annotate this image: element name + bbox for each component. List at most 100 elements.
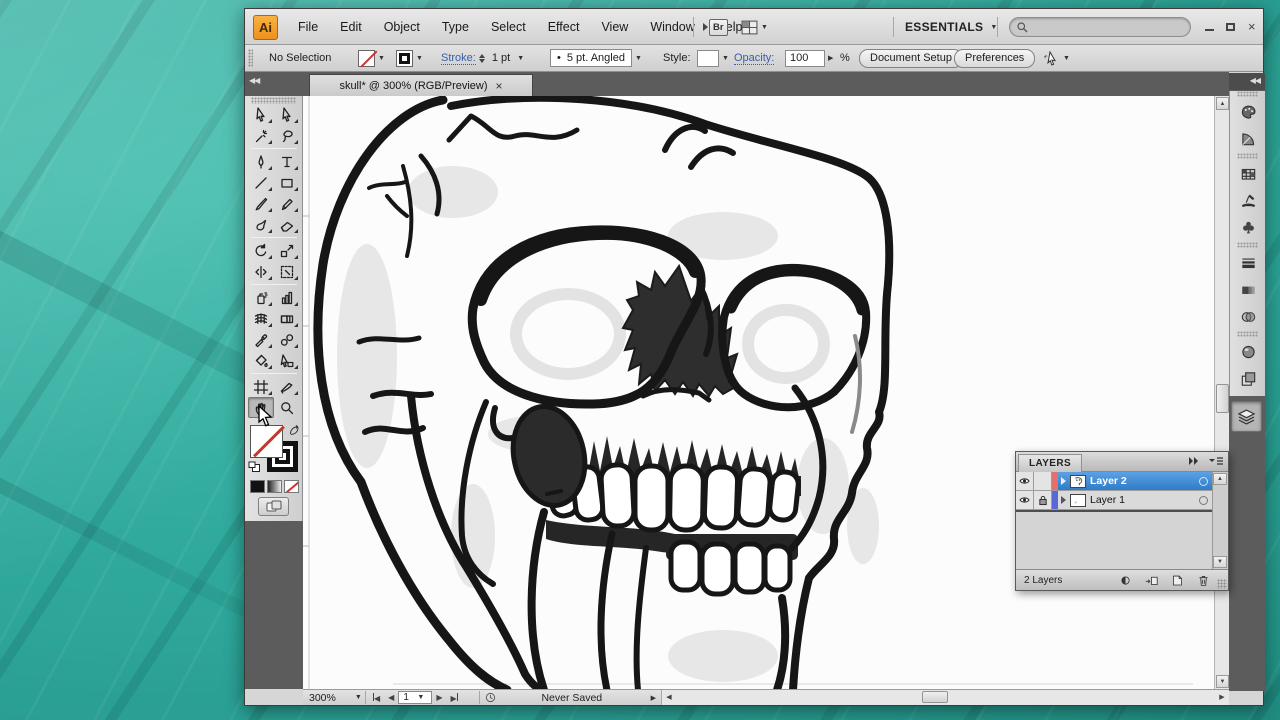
dock-panel-appearance[interactable]: [1230, 338, 1266, 365]
panel-grip[interactable]: [248, 49, 253, 67]
stroke-link[interactable]: Stroke:: [441, 52, 476, 65]
opacity-field[interactable]: 100: [785, 50, 825, 67]
panel-resize-grip[interactable]: [1217, 579, 1227, 589]
next-artboard-button[interactable]: ▶: [432, 693, 446, 702]
scale-tool[interactable]: [274, 240, 300, 261]
selection-tool[interactable]: [248, 104, 274, 125]
document-tab[interactable]: skull* @ 300% (RGB/Preview) ×: [309, 74, 533, 96]
stroke-weight-stepper[interactable]: [479, 54, 485, 63]
collapse-left-icon[interactable]: ◀◀: [249, 76, 259, 85]
dock-panel-graphic-styles[interactable]: [1230, 365, 1266, 392]
dock-panel-transparency[interactable]: [1230, 303, 1266, 330]
layers-scroll-down[interactable]: ▼: [1213, 556, 1227, 568]
layers-scroll-up[interactable]: ▲: [1213, 473, 1227, 485]
visibility-toggle[interactable]: [1016, 472, 1034, 490]
menu-window[interactable]: Window: [639, 9, 705, 45]
panel-collapse-icon[interactable]: [1188, 456, 1200, 466]
symbol-sprayer-tool[interactable]: [248, 287, 274, 308]
workspace-switcher[interactable]: ESSENTIALS ▼: [905, 15, 998, 39]
dock-panel-gradient[interactable]: [1230, 276, 1266, 303]
layers-panel-header[interactable]: LAYERS: [1016, 452, 1228, 472]
dock-panel-layers[interactable]: [1231, 401, 1262, 432]
color-mode-button[interactable]: [250, 480, 265, 493]
select-similar-button[interactable]: ▼: [1043, 45, 1073, 71]
search-input[interactable]: [1009, 17, 1191, 37]
layer-name[interactable]: Layer 2: [1090, 475, 1195, 487]
make-clipping-mask-button[interactable]: [1119, 574, 1132, 587]
first-artboard-button[interactable]: ◀: [369, 693, 384, 703]
lasso-tool[interactable]: [274, 125, 300, 146]
stroke-color-swatch[interactable]: [358, 50, 375, 67]
chevron-down-icon[interactable]: ▼: [719, 55, 732, 62]
panel-menu-icon[interactable]: [1208, 456, 1224, 466]
maximize-button[interactable]: [1222, 19, 1239, 34]
menu-object[interactable]: Object: [373, 9, 431, 45]
scroll-right-button[interactable]: ▶: [1215, 690, 1229, 704]
swap-fill-stroke-button[interactable]: [289, 423, 300, 441]
preferences-button[interactable]: Preferences: [954, 49, 1035, 68]
visibility-toggle[interactable]: [1016, 491, 1034, 509]
layer-thumbnail[interactable]: [1070, 494, 1086, 507]
document-setup-button[interactable]: Document Setup: [859, 49, 963, 68]
mesh-tool[interactable]: [248, 308, 274, 329]
rotate-tool[interactable]: [248, 240, 274, 261]
blob-brush-tool[interactable]: [248, 214, 274, 235]
scroll-left-button[interactable]: ◀: [662, 690, 676, 704]
artboard-number-dropdown[interactable]: 1 ▼: [398, 691, 432, 704]
menu-select[interactable]: Select: [480, 9, 537, 45]
layers-scrollbar[interactable]: ▲ ▼: [1212, 472, 1228, 569]
stroke-weight-value[interactable]: 1 pt: [488, 50, 514, 67]
horizontal-scrollbar[interactable]: ◀ ▶: [661, 690, 1229, 705]
app-logo-icon[interactable]: Ai: [253, 15, 278, 40]
dock-panel-brushes[interactable]: [1230, 187, 1266, 214]
tools-grip[interactable]: [251, 97, 296, 104]
dock-panel-stroke[interactable]: [1230, 249, 1266, 276]
type-tool[interactable]: [274, 151, 300, 172]
layer-row[interactable]: Layer 1: [1016, 491, 1214, 510]
artboard-canvas[interactable]: [303, 96, 1214, 689]
delete-layer-button[interactable]: [1197, 574, 1210, 587]
previous-artboard-button[interactable]: ◀: [384, 693, 398, 702]
width-tool[interactable]: [248, 261, 274, 282]
status-menu-icon[interactable]: ▶: [648, 694, 659, 702]
zoom-tool[interactable]: [274, 397, 300, 418]
menu-edit[interactable]: Edit: [329, 9, 373, 45]
horizontal-scroll-thumb[interactable]: [922, 691, 948, 703]
pen-tool[interactable]: [248, 151, 274, 172]
variable-width-swatch[interactable]: [396, 50, 413, 67]
scroll-up-button[interactable]: ▲: [1216, 97, 1229, 110]
rectangle-tool[interactable]: [274, 172, 300, 193]
menu-view[interactable]: View: [590, 9, 639, 45]
chevron-right-icon[interactable]: ▶: [825, 54, 836, 62]
vertical-scrollbar[interactable]: ▲ ▼: [1214, 96, 1229, 689]
paintbrush-tool[interactable]: [248, 193, 274, 214]
chevron-down-icon[interactable]: ▼: [413, 55, 426, 62]
dock-panel-symbols[interactable]: [1230, 214, 1266, 241]
direct-selection-tool[interactable]: [274, 104, 300, 125]
target-circle-icon[interactable]: [1199, 477, 1208, 486]
new-layer-button[interactable]: [1171, 574, 1184, 587]
layer-row-main[interactable]: Layer 1: [1058, 491, 1214, 509]
dock-grip[interactable]: [1237, 91, 1258, 97]
layer-thumbnail[interactable]: [1070, 475, 1086, 488]
chevron-down-icon[interactable]: ▼: [632, 55, 645, 62]
bridge-button[interactable]: Br: [703, 17, 728, 37]
eraser-tool[interactable]: [274, 214, 300, 235]
target-circle-icon[interactable]: [1199, 496, 1208, 505]
close-button[interactable]: ×: [1243, 19, 1260, 34]
vertical-scroll-thumb[interactable]: [1216, 384, 1229, 413]
menu-file[interactable]: File: [287, 9, 329, 45]
live-paint-selection-tool[interactable]: [274, 350, 300, 371]
blend-tool[interactable]: [274, 329, 300, 350]
menu-type[interactable]: Type: [431, 9, 480, 45]
dock-grip[interactable]: [1237, 153, 1258, 159]
free-transform-tool[interactable]: [274, 261, 300, 282]
disclosure-triangle-icon[interactable]: [1061, 477, 1066, 485]
last-artboard-button[interactable]: ▶: [446, 693, 461, 703]
disclosure-triangle-icon[interactable]: [1061, 496, 1066, 504]
layer-row[interactable]: Layer 2: [1016, 472, 1214, 491]
opacity-link[interactable]: Opacity:: [734, 52, 774, 65]
live-paint-bucket-tool[interactable]: [248, 350, 274, 371]
fill-swatch[interactable]: [250, 425, 283, 458]
drawing-modes-button[interactable]: [258, 497, 289, 516]
